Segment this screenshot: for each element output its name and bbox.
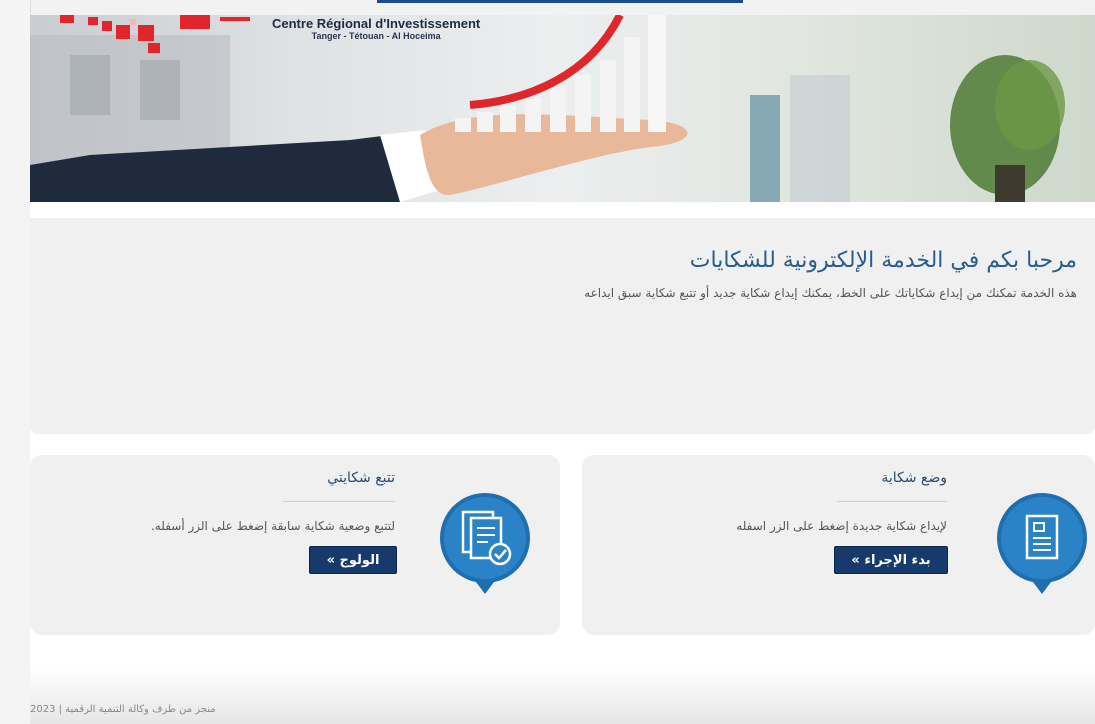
track-card-title: تتبع شكايتي	[327, 470, 395, 486]
footer: منجز من طرف وكالة التنمية الرقمية | 2023	[30, 668, 1095, 724]
brand-logo-text: Centre Régional d'Investissement Tanger …	[272, 17, 480, 42]
start-procedure-button[interactable]: بدء الإجراء »	[834, 546, 948, 574]
submit-card-divider	[837, 501, 947, 502]
page-title: مرحبا بكم في الخدمة الإلكترونية للشكايات	[689, 248, 1077, 273]
submit-card-title: وضع شكاية	[881, 470, 947, 486]
header-banner: Centre Régional d'Investissement Tanger …	[30, 15, 1095, 202]
browser-top-bar	[0, 0, 1095, 15]
page-description: هذه الخدمة تمكنك من إيداع شكاياتك على ال…	[584, 286, 1077, 300]
page: Centre Régional d'Investissement Tanger …	[30, 15, 1095, 724]
track-card-divider	[283, 501, 395, 502]
document-icon	[997, 493, 1087, 594]
track-access-button[interactable]: الولوج »	[309, 546, 397, 574]
document-check-icon	[440, 493, 530, 594]
left-margin	[0, 0, 31, 724]
track-card-description: لتتبع وضعية شكاية سابقة إضغط على الزر أس…	[150, 519, 395, 533]
footer-credit: منجز من طرف وكالة التنمية الرقمية | 2023	[30, 704, 216, 715]
banner-illustration	[30, 15, 1065, 202]
brand-subtitle: Tanger - Tétouan - Al Hoceima	[311, 31, 441, 41]
submit-card-description: لإيداع شكاية جديدة إضغط على الزر اسفله	[736, 519, 947, 533]
submit-complaint-card: وضع شكاية لإيداع شكاية جديدة إضغط على ال…	[582, 455, 1095, 635]
active-tab-indicator	[377, 0, 743, 3]
brand-name: Centre Régional d'Investissement	[272, 16, 481, 31]
track-complaint-card: تتبع شكايتي لتتبع وضعية شكاية سابقة إضغط…	[30, 455, 560, 635]
welcome-section: مرحبا بكم في الخدمة الإلكترونية للشكايات…	[30, 218, 1095, 434]
